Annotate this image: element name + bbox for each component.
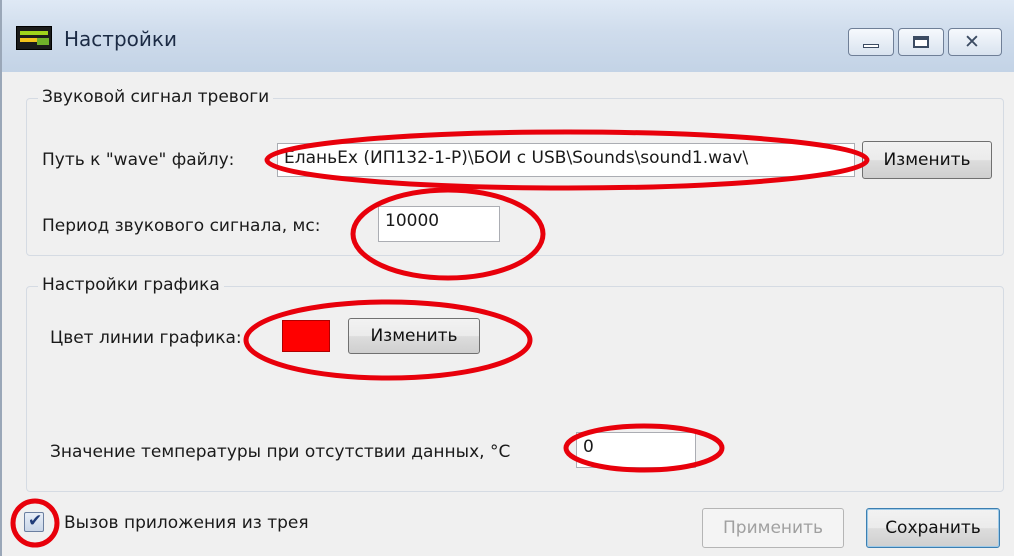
change-wave-button[interactable]: Изменить xyxy=(862,141,992,179)
title-bar[interactable]: Настройки ✕ xyxy=(2,0,1014,72)
minimize-icon xyxy=(863,44,879,48)
apply-button[interactable]: Применить xyxy=(702,508,844,548)
save-button[interactable]: Сохранить xyxy=(866,508,1000,548)
app-icon xyxy=(16,26,52,50)
checkmark-icon: ✔ xyxy=(28,511,43,531)
maximize-icon xyxy=(913,36,929,48)
close-button[interactable]: ✕ xyxy=(948,28,1002,56)
window-title: Настройки xyxy=(64,27,177,51)
settings-window: Настройки ✕ Звуковой сигнал тревоги Путь… xyxy=(0,0,1014,556)
tray-checkbox[interactable]: ✔ xyxy=(24,511,44,532)
close-icon: ✕ xyxy=(964,31,980,53)
maximize-button[interactable] xyxy=(898,28,944,56)
sound-alarm-legend: Звуковой сигнал тревоги xyxy=(38,87,274,107)
line-color-label: Цвет линии графика: xyxy=(50,328,242,348)
no-data-temp-field[interactable]: 0 xyxy=(576,432,696,468)
wave-path-label: Путь к "wave" файлу: xyxy=(42,150,235,170)
change-color-button[interactable]: Изменить xyxy=(348,318,480,354)
tray-checkbox-label: Вызов приложения из трея xyxy=(64,513,309,533)
period-label: Период звукового сигнала, мс: xyxy=(42,216,321,236)
graph-settings-legend: Настройки графика xyxy=(38,275,224,295)
no-data-temp-label: Значение температуры при отсутствии данн… xyxy=(50,442,511,462)
period-field[interactable]: 10000 xyxy=(378,206,500,242)
line-color-swatch xyxy=(282,320,330,352)
wave-path-field[interactable]: \ЕланьEx (ИП132-1-P)\БОИ с USB\Sounds\so… xyxy=(277,143,855,177)
minimize-button[interactable] xyxy=(848,28,894,56)
